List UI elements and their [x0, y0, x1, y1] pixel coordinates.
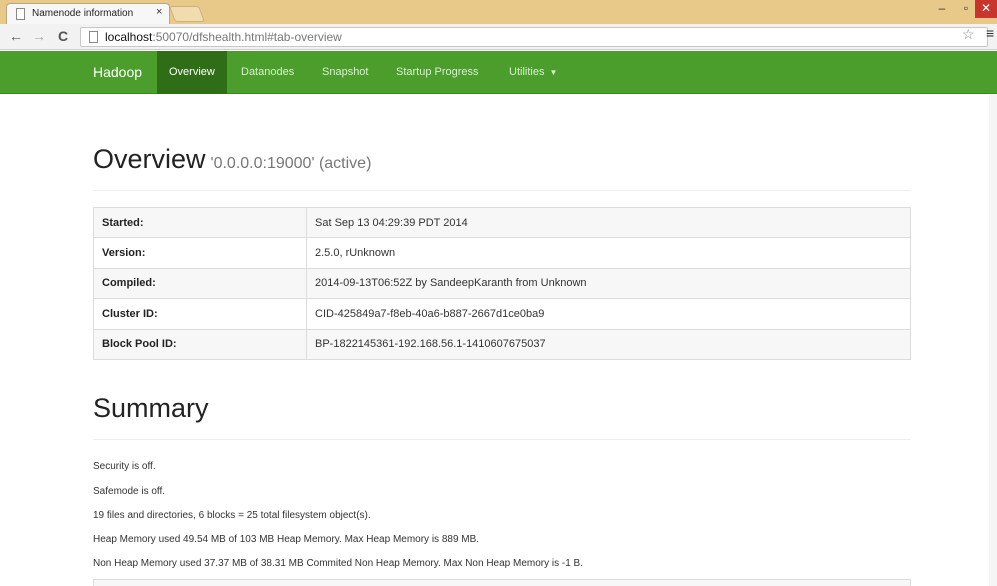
divider	[93, 439, 911, 440]
tab-title: Namenode information	[32, 8, 134, 19]
nav-tab-utilities-label: Utilities	[509, 66, 545, 78]
url-host: localhost	[105, 30, 153, 44]
window-close-icon[interactable]: ✕	[975, 0, 997, 18]
table-row: Version: 2.5.0, rUnknown	[93, 237, 911, 269]
minimize-icon[interactable]: –	[929, 0, 955, 18]
nav-tab-startup-progress[interactable]: Startup Progress	[396, 51, 479, 94]
table-row: Compiled: 2014-09-13T06:52Z by SandeepKa…	[93, 267, 911, 300]
page-icon	[16, 8, 25, 20]
new-tab-button[interactable]	[169, 6, 205, 22]
divider	[93, 190, 911, 191]
summary-line-filesystem: 19 files and directories, 6 blocks = 25 …	[93, 510, 371, 521]
forward-arrow-icon[interactable]: →	[32, 28, 46, 44]
caret-down-icon: ▼	[549, 68, 558, 77]
address-bar[interactable]: localhost:50070/dfshealth.html#tab-overv…	[80, 27, 988, 47]
summary-line-nonheap: Non Heap Memory used 37.37 MB of 38.31 M…	[93, 558, 584, 569]
nav-tab-overview[interactable]: Overview	[157, 51, 227, 94]
row-key: Started:	[93, 206, 307, 239]
url-text: localhost:50070/dfshealth.html#tab-overv…	[105, 30, 342, 44]
overview-subtitle: '0.0.0.0:19000' (active)	[210, 155, 372, 172]
bookmark-star-icon[interactable]: ☆	[962, 26, 975, 43]
row-value: BP-1822145361-192.168.56.1-1410607675037	[306, 328, 911, 360]
nav-tab-utilities[interactable]: Utilities ▼	[509, 51, 557, 94]
browser-titlebar: Namenode information × – ▫ ✕	[0, 0, 997, 24]
tab-close-icon[interactable]: ×	[156, 6, 162, 18]
page-icon	[89, 31, 98, 43]
back-arrow-icon[interactable]: ←	[9, 28, 23, 44]
row-key: Cluster ID:	[93, 298, 307, 330]
row-value: Sat Sep 13 04:29:39 PDT 2014	[306, 206, 911, 239]
browser-toolbar: ← → C localhost:50070/dfshealth.html#tab…	[0, 24, 997, 50]
navbar-brand[interactable]: Hadoop	[93, 64, 142, 80]
row-key: Compiled:	[93, 267, 307, 300]
summary-heading: Summary	[93, 393, 209, 423]
url-path: :50070/dfshealth.html#tab-overview	[152, 30, 342, 44]
table-row: Block Pool ID: BP-1822145361-192.168.56.…	[93, 328, 911, 360]
overview-title: Overview	[93, 144, 206, 174]
table-row: Started: Sat Sep 13 04:29:39 PDT 2014	[93, 206, 911, 239]
row-key: Block Pool ID:	[93, 328, 307, 360]
summary-line-security: Security is off.	[93, 461, 156, 472]
browser-menu-icon[interactable]: ≡	[986, 25, 997, 41]
reload-icon[interactable]: C	[58, 28, 68, 44]
summary-line-safemode: Safemode is off.	[93, 486, 166, 497]
table-row: Cluster ID: CID-425849a7-f8eb-40a6-b887-…	[93, 298, 911, 330]
row-value: CID-425849a7-f8eb-40a6-b887-2667d1ce0ba9	[306, 298, 911, 330]
summary-line-heap: Heap Memory used 49.54 MB of 103 MB Heap…	[93, 534, 480, 545]
overview-heading: Overview '0.0.0.0:19000' (active)	[93, 144, 371, 175]
browser-tab[interactable]: Namenode information ×	[6, 3, 170, 24]
row-value: 2.5.0, rUnknown	[306, 237, 911, 269]
row-key: Version:	[93, 237, 307, 269]
page-scrollbar[interactable]	[989, 95, 997, 586]
nav-tab-datanodes[interactable]: Datanodes	[241, 51, 294, 94]
nav-tab-snapshot[interactable]: Snapshot	[322, 51, 368, 94]
hadoop-navbar: Hadoop Overview Datanodes Snapshot Start…	[0, 51, 997, 94]
overview-table: Started: Sat Sep 13 04:29:39 PDT 2014 Ve…	[93, 206, 911, 360]
summary-table-edge	[93, 579, 911, 586]
row-value: 2014-09-13T06:52Z by SandeepKaranth from…	[306, 267, 911, 300]
